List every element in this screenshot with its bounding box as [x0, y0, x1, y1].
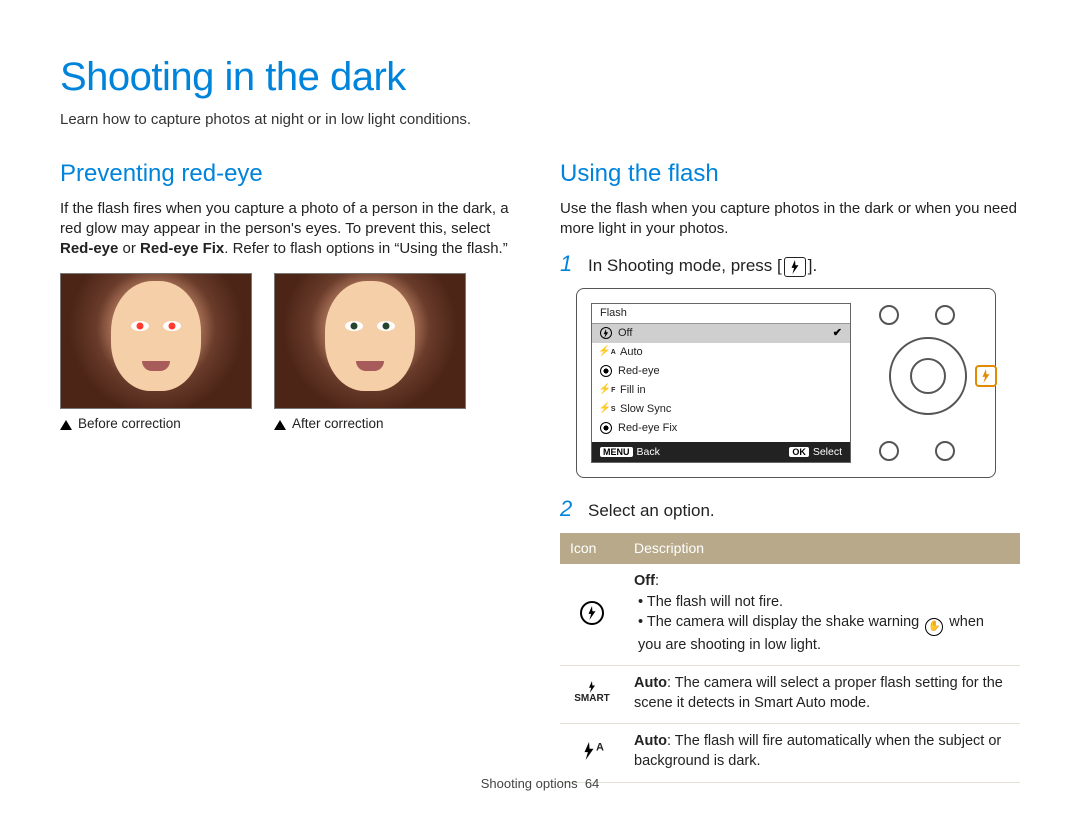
redeye-paragraph: If the flash fires when you capture a ph… [60, 199, 520, 260]
before-caption: Before correction [78, 416, 181, 431]
step1-text-pre: In Shooting mode, press [ [588, 256, 782, 275]
after-photo-block: After correction [274, 273, 466, 433]
menu-item-label: Red-eye [618, 364, 660, 379]
redeye-text-pre: If the flash fires when you capture a ph… [60, 200, 509, 237]
table-row: Off: The flash will not fire. The camera… [560, 564, 1020, 666]
step-number-2: 2 [560, 498, 578, 520]
after-caption: After correction [292, 416, 384, 431]
right-column: Using the flash Use the flash when you c… [560, 158, 1020, 782]
row-off-bullet-1: The flash will not fire. [638, 593, 1010, 613]
flash-options-table: Icon Description Off: The flash will not… [560, 533, 1020, 783]
after-photo [274, 273, 466, 409]
table-header-desc: Description [624, 533, 1020, 564]
row-off-b2-pre: The camera will display the shake warnin… [647, 614, 923, 630]
table-header-icon: Icon [560, 533, 624, 564]
menu-item-redeyefix[interactable]: Red-eye Fix [592, 419, 850, 438]
flash-off-icon [580, 601, 604, 625]
left-column: Preventing red-eye If the flash fires wh… [60, 158, 520, 782]
redeye-text-post: . Refer to flash options in “Using the f… [224, 240, 507, 257]
menu-item-fillin[interactable]: ⚡F Fill in [592, 381, 850, 400]
table-row: SMART Auto: The camera will select a pro… [560, 666, 1020, 724]
menu-item-auto[interactable]: ⚡A Auto [592, 343, 850, 362]
step-number-1: 1 [560, 253, 578, 275]
redeye-text-mid: or [118, 240, 140, 257]
before-photo [60, 273, 252, 409]
red-eye-icon [600, 365, 612, 377]
footer-back[interactable]: MENU Back [600, 445, 660, 459]
row-off-title: Off [634, 573, 655, 589]
menu-title: Flash [592, 304, 850, 324]
ok-pill: OK [789, 447, 809, 457]
check-icon: ✔ [833, 326, 842, 341]
row-auto-text: : The flash will fire automatically when… [634, 733, 1001, 769]
flash-off-icon [600, 327, 612, 339]
page-intro: Learn how to capture photos at night or … [60, 110, 1020, 130]
footer-select-label: Select [813, 446, 842, 458]
menu-item-label: Slow Sync [620, 402, 671, 417]
menu-item-slowsync[interactable]: ⚡S Slow Sync [592, 400, 850, 419]
menu-item-label: Off [618, 326, 632, 341]
shake-warning-icon: ✋ [925, 618, 943, 636]
flash-key-icon [784, 257, 806, 277]
flash-auto-icon: A [582, 739, 602, 766]
menu-item-redeye[interactable]: Red-eye [592, 362, 850, 381]
smart-label: SMART [574, 693, 610, 704]
camera-button [935, 441, 955, 461]
row-smart-text: : The camera will select a proper flash … [634, 675, 1003, 711]
page-title: Shooting in the dark [60, 50, 1020, 104]
footer-select[interactable]: OK Select [789, 445, 842, 459]
footer-page-number: 64 [585, 776, 599, 791]
row-smart-title: Auto [634, 675, 667, 691]
triangle-up-icon [274, 420, 286, 430]
menu-item-off[interactable]: Off ✔ [592, 324, 850, 343]
flash-button-callout [975, 365, 997, 387]
dpad [889, 337, 967, 415]
red-eye-fix-icon [600, 422, 612, 434]
step2-text: Select an option. [588, 498, 715, 523]
camera-diagram: Flash Off ✔ ⚡A Auto Red-eye [576, 288, 996, 478]
section-heading-redeye: Preventing red-eye [60, 158, 520, 190]
fill-in-icon: ⚡F [600, 384, 614, 396]
auto-sup: A [596, 741, 602, 753]
step-1: 1 In Shooting mode, press []. [560, 253, 1020, 278]
slow-sync-icon: ⚡S [600, 403, 614, 415]
redeye-bold-2: Red-eye Fix [140, 240, 224, 257]
menu-item-label: Fill in [620, 383, 646, 398]
camera-button [879, 305, 899, 325]
row-auto-title: Auto [634, 733, 667, 749]
section-heading-flash: Using the flash [560, 158, 1020, 190]
camera-screen: Flash Off ✔ ⚡A Auto Red-eye [591, 303, 851, 463]
menu-pill: MENU [600, 447, 633, 457]
menu-item-label: Auto [620, 345, 643, 360]
flash-intro: Use the flash when you capture photos in… [560, 199, 1020, 240]
camera-button [935, 305, 955, 325]
triangle-up-icon [60, 420, 72, 430]
menu-item-label: Red-eye Fix [618, 421, 677, 436]
step1-text-post: ]. [808, 256, 817, 275]
before-photo-block: Before correction [60, 273, 252, 433]
smart-auto-icon: SMART [574, 681, 610, 704]
footer-back-label: Back [637, 446, 660, 458]
footer-section: Shooting options [481, 776, 578, 791]
row-off-bullet-2: The camera will display the shake warnin… [638, 613, 1010, 655]
camera-button [879, 441, 899, 461]
page-footer: Shooting options 64 [0, 775, 1080, 793]
table-row: A Auto: The flash will fire automaticall… [560, 724, 1020, 782]
step-2: 2 Select an option. [560, 498, 1020, 523]
flash-auto-icon: ⚡A [600, 346, 614, 358]
redeye-bold-1: Red-eye [60, 240, 118, 257]
